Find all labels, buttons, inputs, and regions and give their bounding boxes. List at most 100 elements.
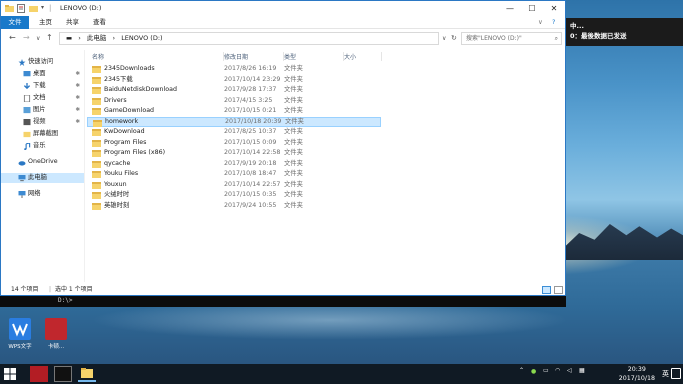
maximize-button[interactable]: ☐ <box>521 1 543 16</box>
desktop-icon-label: 卡顿... <box>47 344 65 350</box>
search-icon: ⌕ <box>554 35 558 42</box>
file-date: 2017/9/19 20:18 <box>224 159 277 167</box>
sidebar-item-screenshots[interactable]: 屏幕截图 <box>1 129 84 139</box>
file-date: 2017/10/8 18:47 <box>224 170 277 177</box>
sidebar-item-quick-access[interactable]: 快速访问 <box>1 57 84 67</box>
breadcrumb-this-pc[interactable]: 此电脑 <box>87 34 107 42</box>
desktop-icon-label: WPS文字 <box>8 344 32 350</box>
file-name: homework <box>105 117 139 125</box>
file-row[interactable]: Youxun 2017/10/14 22:57 文件夹 <box>87 180 381 191</box>
desktop-icon-wps[interactable]: WPS文字 <box>4 318 36 350</box>
sidebar-item-downloads[interactable]: 下载 ✱ <box>1 81 84 91</box>
tab-view[interactable]: 查看 <box>86 16 113 29</box>
file-row[interactable]: qycache 2017/9/19 20:18 文件夹 <box>87 159 381 170</box>
details-view-button[interactable] <box>542 286 551 294</box>
file-date: 2017/9/24 10:55 <box>224 201 277 209</box>
breadcrumb-separator-icon: › <box>78 34 81 42</box>
file-row[interactable]: Program Files (x86) 2017/10/14 22:58 文件夹 <box>87 148 381 159</box>
file-type: 文件夹 <box>284 86 303 93</box>
sidebar-item-network[interactable]: 网络 <box>1 189 84 199</box>
pin-icon: ✱ <box>75 119 80 125</box>
large-icons-view-button[interactable] <box>554 286 563 294</box>
action-center-icon[interactable] <box>671 368 681 379</box>
file-row[interactable]: Youku Files 2017/10/8 18:47 文件夹 <box>87 169 381 180</box>
file-name: qycache <box>104 159 131 167</box>
windows-start-icon[interactable] <box>4 368 16 380</box>
computer-icon <box>18 174 26 181</box>
forward-button[interactable]: → <box>23 33 30 42</box>
show-hidden-icons[interactable]: ⌃ <box>519 367 529 377</box>
close-button[interactable]: ✕ <box>543 1 565 16</box>
file-row[interactable]: KwDownload 2017/8/25 10:37 文件夹 <box>87 127 381 138</box>
new-folder-icon[interactable] <box>29 4 38 13</box>
sidebar-item-documents[interactable]: 文档 ✱ <box>1 93 84 103</box>
cmd-window[interactable]: D:\> <box>0 296 566 307</box>
file-row[interactable]: Program Files 2017/10/15 0:09 文件夹 <box>87 138 381 149</box>
tab-file[interactable]: 文件 <box>1 16 29 29</box>
title-bar[interactable]: ▾ | LENOVO (D:) — ☐ ✕ <box>1 1 565 16</box>
column-header-date[interactable]: 修改日期 <box>224 52 284 61</box>
keyboard-icon[interactable]: ▦ <box>579 367 589 377</box>
breadcrumb-separator-icon: › <box>112 34 116 42</box>
folder-icon <box>92 150 101 157</box>
sidebar-item-label: 下载 <box>33 82 46 89</box>
file-type: 文件夹 <box>284 75 303 83</box>
taskbar-app-explorer[interactable] <box>78 366 96 382</box>
cmd-prompt: D:\> <box>58 297 73 304</box>
column-header-type[interactable]: 类型 <box>284 52 344 61</box>
breadcrumb-drive[interactable]: LENOVO (D:) <box>121 34 162 42</box>
properties-icon[interactable] <box>17 4 25 13</box>
input-method-indicator[interactable]: 英 <box>662 369 669 379</box>
column-headers: 名称 修改日期 类型 大小 <box>87 50 565 61</box>
customize-toolbar-icon[interactable]: ▾ <box>41 4 44 13</box>
clock[interactable]: 20:39 2017/10/18 <box>619 365 655 383</box>
picture-icon <box>23 106 31 113</box>
tab-share[interactable]: 共享 <box>59 16 86 29</box>
notification-toast[interactable]: 中... 0：最後数据已发送 <box>566 18 683 46</box>
file-row[interactable]: Drivers 2017/4/15 3:25 文件夹 <box>87 96 381 107</box>
address-bar[interactable]: ▬ › 此电脑 › LENOVO (D:) <box>59 32 439 45</box>
tab-home[interactable]: 主页 <box>32 16 59 29</box>
file-row[interactable]: 2345下载 2017/10/14 23:29 文件夹 <box>87 75 381 86</box>
minimize-button[interactable]: — <box>499 1 521 16</box>
file-explorer-window[interactable]: ▾ | LENOVO (D:) — ☐ ✕ 文件 主页 共享 查看 ∨ ? ← … <box>0 0 566 296</box>
file-row[interactable]: homework 2017/10/18 20:39 文件夹 <box>87 116 381 127</box>
app-tray-icon[interactable]: ● <box>531 368 541 378</box>
file-type: 文件夹 <box>284 138 303 146</box>
battery-icon[interactable]: ▭ <box>543 367 553 377</box>
taskbar-app-recorder[interactable] <box>30 366 48 382</box>
sidebar-item-music[interactable]: 音乐 <box>1 141 84 151</box>
network-icon <box>18 190 26 198</box>
sidebar-item-onedrive[interactable]: OneDrive <box>1 157 84 167</box>
navigation-bar: ← → ∨ ↑ ▬ › 此电脑 › LENOVO (D:) ∨ ↻ 搜索"LEN… <box>1 30 565 47</box>
desktop-icon-app[interactable]: 卡顿... <box>40 318 72 350</box>
sidebar-item-label: 视频 <box>33 118 46 125</box>
sidebar-item-videos[interactable]: 视频 ✱ <box>1 117 84 127</box>
sidebar-item-desktop[interactable]: 桌面 ✱ <box>1 69 84 79</box>
column-header-size[interactable]: 大小 <box>344 52 382 61</box>
column-header-name[interactable]: 名称 <box>92 52 224 61</box>
search-input[interactable]: 搜索"LENOVO (D:)" ⌕ <box>461 32 562 45</box>
file-row[interactable]: 2345Downloads 2017/8/26 16:19 文件夹 <box>87 64 381 75</box>
network-tray-icon[interactable]: ◠ <box>555 367 565 377</box>
star-icon <box>18 58 26 66</box>
folder-icon <box>92 76 101 84</box>
file-type: 文件夹 <box>284 180 303 188</box>
file-name: Youxun <box>104 180 127 188</box>
file-row[interactable]: GameDownload 2017/10/15 0:21 文件夹 <box>87 106 381 117</box>
file-name: Youku Files <box>104 170 139 177</box>
file-row[interactable]: 火绒时时 2017/10/15 0:35 文件夹 <box>87 190 381 201</box>
file-row[interactable]: 英雄时刻 2017/9/24 10:55 文件夹 <box>87 201 381 212</box>
address-dropdown-icon[interactable]: ∨ <box>442 35 446 42</box>
back-button[interactable]: ← <box>9 33 16 42</box>
taskbar-app-cmd[interactable] <box>54 366 72 382</box>
recent-locations-button[interactable]: ∨ <box>36 35 40 42</box>
volume-icon[interactable]: ◁ <box>567 367 577 377</box>
file-row[interactable]: BaiduNetdiskDownload 2017/9/28 17:37 文件夹 <box>87 85 381 96</box>
notification-line-2: 0：最後数据已发送 <box>570 32 627 40</box>
help-button[interactable]: ? <box>545 16 562 29</box>
refresh-button[interactable]: ↻ <box>451 34 457 42</box>
sidebar-item-this-pc[interactable]: 此电脑 <box>1 173 84 183</box>
up-button[interactable]: ↑ <box>46 33 53 42</box>
sidebar-item-pictures[interactable]: 图片 ✱ <box>1 105 84 115</box>
